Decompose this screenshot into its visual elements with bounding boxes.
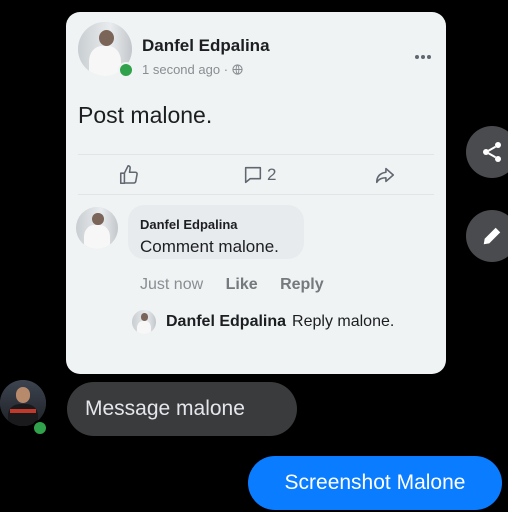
comment-like-link[interactable]: Like [226, 276, 258, 293]
share-arrow-icon [375, 167, 395, 184]
thumbs-up-icon [119, 165, 138, 185]
meta-separator: · [223, 62, 229, 77]
sender-avatar[interactable] [0, 380, 48, 436]
comment: Danfel Edpalina Comment malone. [76, 205, 436, 285]
comment-author-name[interactable]: Danfel Edpalina [140, 217, 238, 232]
comment-author-avatar[interactable] [76, 207, 118, 249]
post-author-name[interactable]: Danfel Edpalina [142, 36, 270, 56]
received-message[interactable]: Message malone [67, 382, 297, 436]
post-time: 1 second ago [142, 62, 221, 77]
reply-author-name[interactable]: Danfel Edpalina [166, 313, 286, 331]
share-icon [483, 142, 501, 162]
sent-message[interactable]: Screenshot Malone [248, 456, 502, 510]
like-button[interactable] [118, 162, 140, 188]
comment-reply-link[interactable]: Reply [280, 276, 324, 293]
post-actions: 2 [78, 158, 434, 192]
comment-count: 2 [267, 165, 277, 184]
divider [78, 194, 434, 195]
pencil-icon [483, 227, 501, 245]
comment-button[interactable]: 2 [242, 162, 276, 188]
reply: Danfel Edpalina Reply malone. [132, 310, 394, 334]
sender-online-icon [32, 420, 48, 436]
share-button[interactable] [374, 162, 396, 188]
comment-icon [244, 166, 262, 184]
more-options-icon[interactable] [414, 44, 432, 65]
divider [78, 154, 434, 155]
post-header: Danfel Edpalina 1 second ago · [78, 22, 434, 82]
comment-time: Just now [140, 276, 204, 293]
post-card: Danfel Edpalina 1 second ago · Post malo… [66, 12, 446, 374]
post-meta: 1 second ago · [142, 62, 243, 77]
reply-text: Reply malone. [292, 313, 395, 330]
comment-meta: Just now Like Reply [140, 276, 342, 294]
share-button-side[interactable] [466, 126, 508, 178]
reply-author-avatar[interactable] [132, 310, 156, 334]
edit-button-side[interactable] [466, 210, 508, 262]
online-status-icon [118, 62, 134, 78]
post-text: Post malone. [78, 102, 213, 128]
comment-text: Comment malone. [140, 237, 279, 256]
globe-icon [232, 62, 243, 77]
